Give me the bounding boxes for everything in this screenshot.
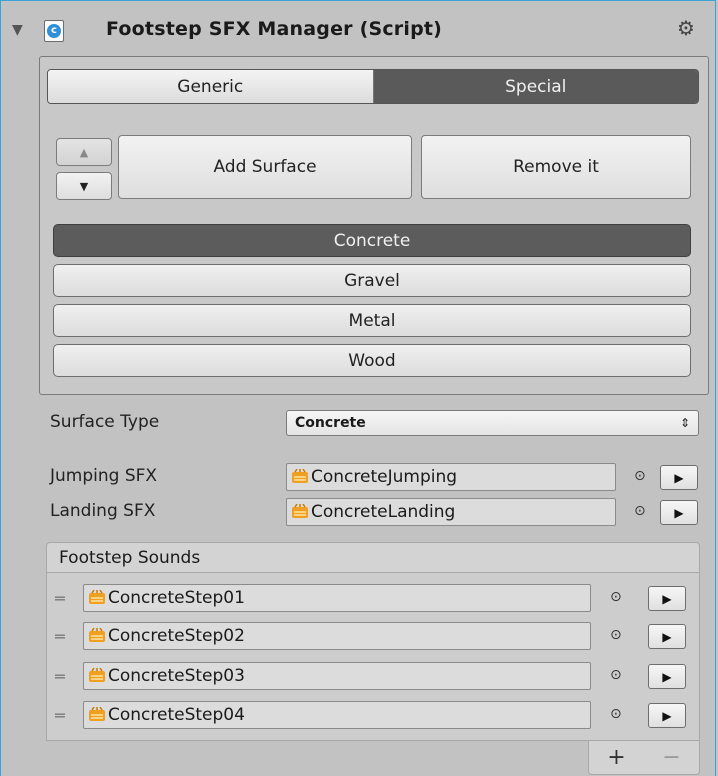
surface-type-label: Surface Type — [50, 412, 160, 432]
drag-handle-icon[interactable]: ═ — [55, 627, 65, 646]
object-picker-icon[interactable]: ⊙ — [610, 706, 622, 722]
object-picker-icon[interactable]: ⊙ — [610, 589, 622, 605]
play-jumping-button[interactable]: ▶ — [660, 465, 698, 490]
remove-surface-button[interactable]: Remove it — [421, 135, 691, 199]
drag-handle-icon[interactable]: ═ — [55, 706, 65, 725]
play-step-button[interactable]: ▶ — [648, 586, 686, 611]
add-surface-button[interactable]: Add Surface — [118, 135, 412, 199]
audio-clip-icon — [88, 668, 106, 684]
object-picker-icon[interactable]: ⊙ — [634, 468, 646, 484]
surface-type-dropdown[interactable]: Concrete ⇕ — [286, 410, 699, 436]
dropdown-arrows-icon: ⇕ — [679, 416, 690, 430]
landing-sfx-field[interactable]: ConcreteLanding — [286, 498, 616, 526]
play-step-button[interactable]: ▶ — [648, 624, 686, 649]
play-step-button[interactable]: ▶ — [648, 664, 686, 689]
remove-item-button[interactable]: − — [662, 745, 680, 770]
audio-clip-icon — [88, 707, 106, 723]
jumping-sfx-field[interactable]: ConcreteJumping — [286, 463, 616, 491]
object-picker-icon[interactable]: ⊙ — [610, 627, 622, 643]
list-item[interactable]: ConcreteStep03 — [83, 662, 591, 690]
landing-sfx-label: Landing SFX — [50, 501, 156, 521]
list-item[interactable]: ConcreteStep01 — [83, 584, 591, 612]
move-up-button[interactable]: ▲ — [56, 138, 112, 166]
surface-item-metal[interactable]: Metal — [53, 304, 691, 337]
object-picker-icon[interactable]: ⊙ — [634, 503, 646, 519]
component-title: Footstep SFX Manager (Script) — [106, 18, 443, 40]
audio-clip-icon — [291, 469, 309, 485]
tab-special[interactable]: Special — [373, 70, 698, 103]
surface-item-concrete[interactable]: Concrete — [53, 224, 691, 257]
foldout-triangle-icon[interactable]: ▼ — [12, 22, 23, 38]
move-down-button[interactable]: ▼ — [56, 172, 112, 200]
add-item-button[interactable]: + — [607, 745, 625, 770]
drag-handle-icon[interactable]: ═ — [55, 667, 65, 686]
mode-toolbar: Generic Special — [47, 69, 699, 104]
surface-item-wood[interactable]: Wood — [53, 344, 691, 377]
list-footer: + − — [588, 741, 700, 775]
audio-clip-icon — [88, 590, 106, 606]
footstep-sounds-header: Footstep Sounds — [46, 542, 700, 573]
play-landing-button[interactable]: ▶ — [660, 500, 698, 525]
tab-generic[interactable]: Generic — [48, 70, 374, 103]
object-picker-icon[interactable]: ⊙ — [610, 667, 622, 683]
csharp-script-icon: c — [44, 20, 64, 42]
audio-clip-icon — [88, 628, 106, 644]
surface-item-gravel[interactable]: Gravel — [53, 264, 691, 297]
list-item[interactable]: ConcreteStep04 — [83, 701, 591, 729]
jumping-sfx-label: Jumping SFX — [50, 466, 158, 486]
play-step-button[interactable]: ▶ — [648, 703, 686, 728]
audio-clip-icon — [291, 504, 309, 520]
list-item[interactable]: ConcreteStep02 — [83, 622, 591, 650]
gear-icon[interactable]: ⚙ — [677, 16, 695, 40]
drag-handle-icon[interactable]: ═ — [55, 589, 65, 608]
